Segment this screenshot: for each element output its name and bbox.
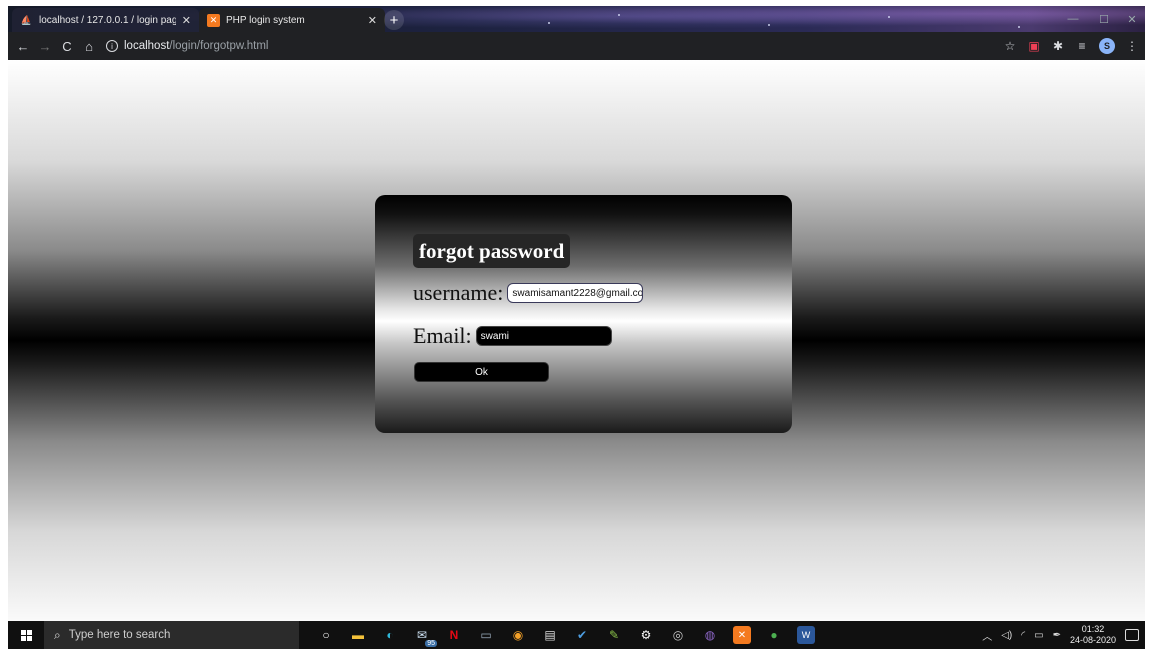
prime-video-icon[interactable]: ▭ — [477, 626, 495, 644]
browser-toolbar: ← → C ⌂ i localhost/login/forgotpw.html … — [8, 32, 1145, 60]
mail-badge: 95 — [425, 640, 437, 647]
profile-avatar[interactable]: S — [1099, 38, 1115, 54]
battery-icon[interactable]: ▭ — [1034, 630, 1043, 641]
back-icon[interactable]: ← — [12, 35, 34, 57]
xampp-taskbar-icon[interactable]: ✕ — [733, 626, 751, 644]
windows-logo-icon — [20, 629, 32, 641]
email-row: Email: swami — [413, 323, 612, 349]
minimize-icon[interactable]: — — [1058, 8, 1088, 30]
green-app-icon[interactable]: ● — [765, 626, 783, 644]
menu-kebab-icon[interactable]: ⋮ — [1125, 39, 1139, 53]
file-explorer-icon[interactable]: ▬ — [349, 626, 367, 644]
url-path: /login/forgotpw.html — [169, 40, 269, 52]
tray-chevron-icon[interactable]: ︿ — [982, 628, 992, 643]
clock-time: 01:32 — [1081, 624, 1105, 634]
notepad-plus-icon[interactable]: ✎ — [605, 626, 623, 644]
word-icon[interactable]: W — [797, 626, 815, 644]
pocket-extension-icon[interactable]: ▣ — [1027, 39, 1041, 53]
media-queue-icon[interactable]: ≡ — [1075, 39, 1089, 53]
forward-icon[interactable]: → — [34, 35, 56, 57]
email-label: Email: — [413, 323, 472, 348]
mail-icon[interactable]: ✉ 95 — [413, 626, 437, 647]
browser-tabstrip: ⛵ localhost / 127.0.0.1 / login page ✕ ✕… — [8, 6, 1145, 32]
volume-icon[interactable]: ◁) — [1001, 630, 1012, 641]
disc-icon[interactable]: ◎ — [669, 626, 687, 644]
tasks-icon[interactable]: ✔ — [573, 626, 591, 644]
url-host: localhost — [124, 40, 170, 52]
home-icon[interactable]: ⌂ — [78, 35, 100, 57]
tor-icon[interactable]: ◍ — [701, 626, 719, 644]
star-decoration — [888, 16, 890, 18]
chrome-icon[interactable]: ◉ — [509, 626, 527, 644]
email-input[interactable]: swami — [475, 326, 612, 346]
clock-date: 24-08-2020 — [1069, 635, 1116, 645]
forgot-password-card: forgot password username: swamisamant222… — [375, 195, 792, 433]
settings-icon[interactable]: ⚙ — [637, 626, 655, 644]
system-clock[interactable]: 01:32 24-08-2020 — [1070, 624, 1116, 646]
close-tab-icon[interactable]: ✕ — [368, 14, 377, 27]
username-row: username: swamisamant2228@gmail.co — [413, 280, 644, 306]
cortana-icon[interactable]: ○ — [317, 626, 335, 644]
close-tab-icon[interactable]: ✕ — [182, 14, 191, 27]
reload-icon[interactable]: C — [56, 35, 78, 57]
star-decoration — [1018, 26, 1020, 28]
search-icon: ⌕ — [54, 627, 61, 642]
search-placeholder: Type here to search — [68, 629, 171, 641]
username-label: username: — [413, 280, 504, 305]
notification-icon[interactable] — [1125, 629, 1139, 641]
tab-title: localhost / 127.0.0.1 / login page — [39, 14, 176, 26]
new-tab-button[interactable]: + — [384, 10, 404, 30]
page-background: forgot password username: swamisamant222… — [8, 60, 1145, 621]
xampp-icon: ✕ — [207, 13, 220, 27]
tab-title: PHP login system — [226, 14, 305, 26]
tab-php-login[interactable]: ✕ PHP login system ✕ — [199, 8, 385, 32]
pen-icon[interactable]: ✒ — [1053, 630, 1061, 641]
maximize-icon[interactable]: ☐ — [1089, 8, 1119, 30]
bookmark-star-icon[interactable]: ☆ — [1003, 39, 1017, 53]
ok-button[interactable]: Ok — [414, 362, 549, 382]
netflix-icon[interactable]: N — [445, 626, 463, 644]
edge-icon[interactable]: ◐ — [381, 626, 399, 644]
phpmyadmin-icon: ⛵ — [20, 14, 33, 25]
star-decoration — [618, 14, 620, 16]
tab-phpmyadmin[interactable]: ⛵ localhost / 127.0.0.1 / login page ✕ — [12, 8, 199, 32]
start-button[interactable] — [8, 621, 44, 649]
extensions-icon[interactable]: ✱ — [1051, 39, 1065, 53]
close-window-icon[interactable]: ✕ — [1117, 8, 1145, 30]
star-decoration — [548, 22, 550, 24]
store-icon[interactable]: ▤ — [541, 626, 559, 644]
form-title: forgot password — [413, 234, 571, 268]
windows-taskbar: ⌕ Type here to search ○ ▬ ◐ ✉ 95 N ▭ ◉ ▤ … — [8, 621, 1145, 649]
star-decoration — [768, 24, 770, 26]
wifi-icon[interactable]: ◜ — [1021, 630, 1025, 641]
address-bar[interactable]: i localhost/login/forgotpw.html — [106, 40, 1003, 52]
info-icon[interactable]: i — [106, 40, 118, 52]
taskbar-search[interactable]: ⌕ Type here to search — [44, 621, 299, 649]
username-input[interactable]: swamisamant2228@gmail.co — [507, 283, 644, 303]
